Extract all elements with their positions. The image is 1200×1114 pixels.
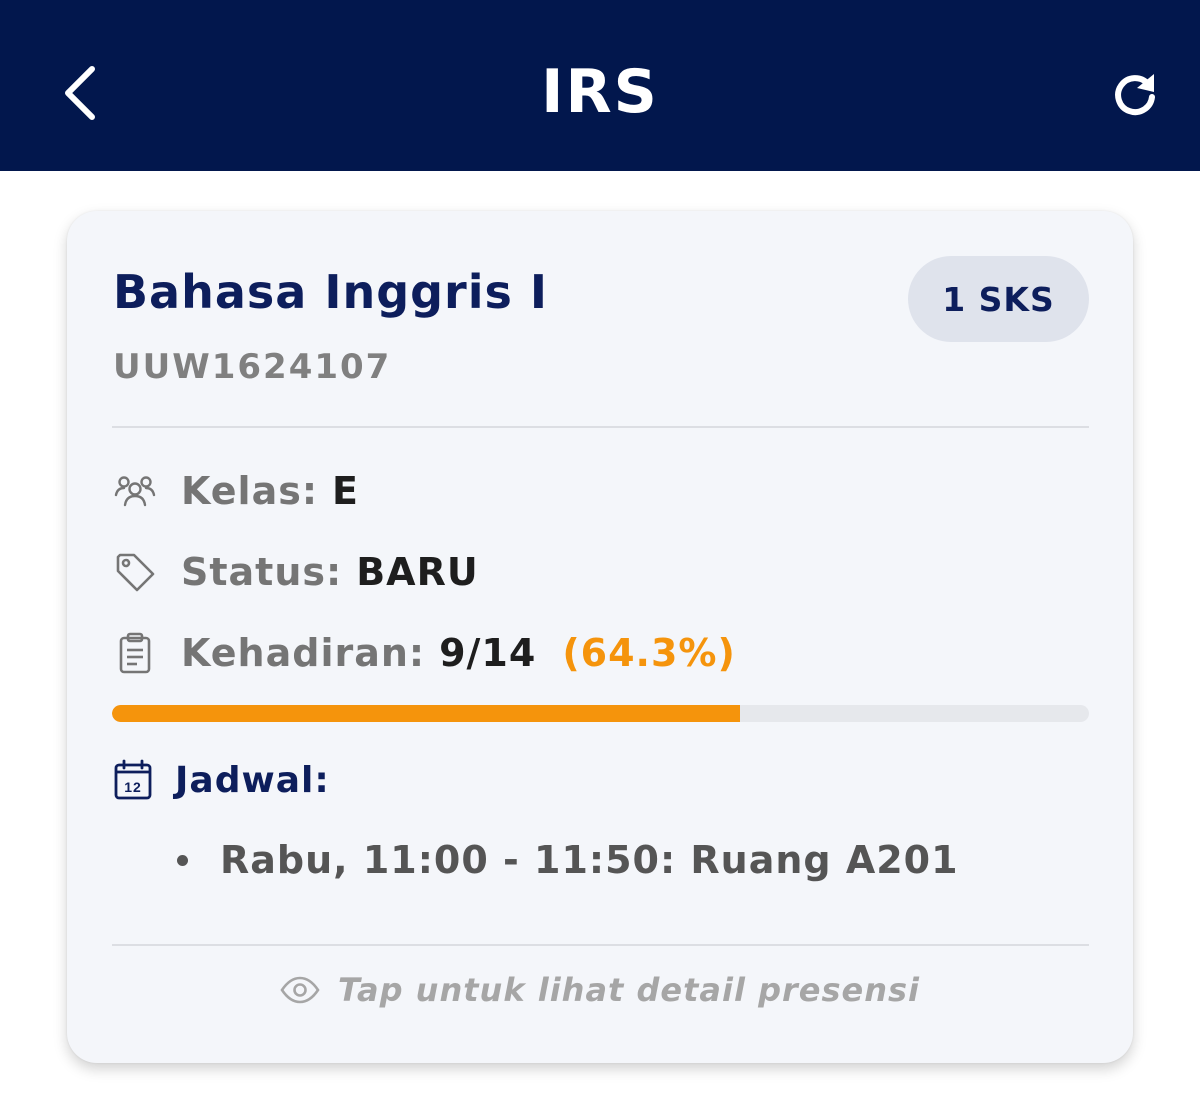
attendance-percent: (64.3%) [562,631,736,675]
refresh-icon [1110,70,1160,120]
schedule-item-text: Rabu, 11:00 - 11:50: Ruang A201 [220,838,959,882]
calendar-icon: 12 [113,759,153,801]
schedule-heading: 12 Jadwal: [113,759,330,801]
credits-badge: 1 SKS [908,256,1089,342]
status-value: BARU [356,550,479,594]
attendance-value: 9/14 [439,631,537,675]
status-label: Status: [181,550,343,594]
page-title: IRS [541,57,659,127]
attendance-progress-fill [112,705,741,722]
app-bar: IRS [0,0,1200,171]
class-value: E [332,469,360,513]
course-card[interactable]: Bahasa Inggris I 1 SKS UUW1624107 Kelas:… [67,211,1133,1063]
refresh-button[interactable] [1104,64,1166,126]
tap-hint-text: Tap untuk lihat detail presensi [338,971,920,1009]
tap-hint[interactable]: Tap untuk lihat detail presensi [67,971,1133,1009]
attendance-label: Kehadiran: [181,631,426,675]
svg-text:12: 12 [124,779,142,795]
class-label: Kelas: [181,469,319,513]
status-row: Status: BARU [113,550,479,594]
clipboard-icon [113,631,157,675]
divider [112,944,1089,946]
tag-icon [113,550,157,594]
eye-icon [280,976,320,1004]
attendance-row: Kehadiran: 9/14 (64.3%) [113,631,736,675]
attendance-progress-bar [112,705,1089,722]
course-name: Bahasa Inggris I [113,265,549,319]
users-icon [113,469,157,513]
schedule-label: Jadwal: [175,759,330,801]
bullet [177,854,188,866]
course-code: UUW1624107 [113,347,392,387]
divider [112,426,1089,428]
class-row: Kelas: E [113,469,359,513]
schedule-item: Rabu, 11:00 - 11:50: Ruang A201 [177,838,959,882]
